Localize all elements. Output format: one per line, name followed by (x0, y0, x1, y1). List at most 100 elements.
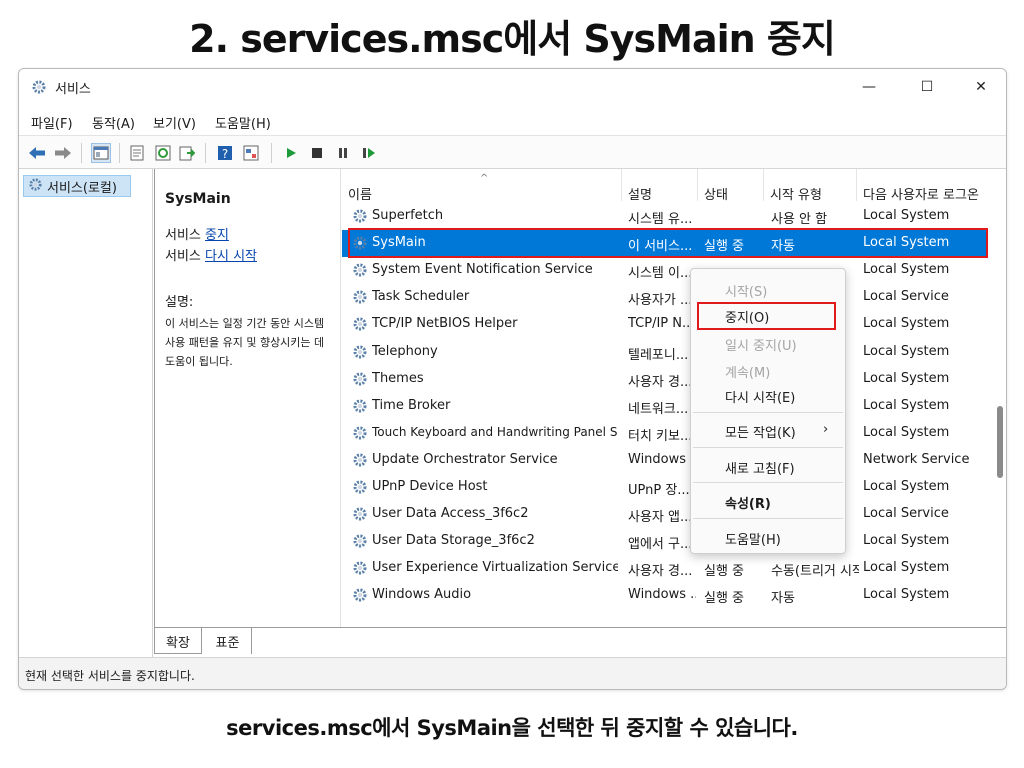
context-menu-item[interactable]: 계속(M) (725, 362, 770, 382)
action-restart-line: 서비스 다시 시작 (165, 248, 330, 265)
column-name[interactable]: 이름 ^ (342, 169, 622, 203)
cell-name: Time Broker (372, 397, 451, 413)
restart-link[interactable]: 다시 시작 (205, 249, 257, 264)
context-menu-item[interactable]: 다시 시작(E) (725, 387, 795, 407)
services-list: 이름 ^ 설명 상태 시작 유형 다음 사용자로 로그온 Superfetch 시… (342, 169, 1006, 627)
cell-name: User Data Access_3f6c2 (372, 506, 529, 522)
context-menu-item[interactable]: 시작(S) (725, 281, 767, 301)
column-logon[interactable]: 다음 사용자로 로그온 (857, 169, 993, 203)
stop-link[interactable]: 중지 (205, 228, 229, 243)
status-bar: 현재 선택한 서비스를 중지합니다. (19, 657, 1006, 689)
table-row[interactable]: TCP/IP NetBIOS Helper TCP/IP N... Local Sy… (342, 311, 987, 338)
properties-icon[interactable] (127, 143, 147, 163)
help-icon[interactable]: ? (215, 143, 235, 163)
cell-logon: Local System (863, 262, 950, 278)
console-tree-icon[interactable] (91, 143, 111, 163)
menu-view[interactable]: 보기(V) (153, 113, 196, 132)
cell-name: Themes (372, 370, 424, 386)
service-gear-icon (352, 452, 368, 468)
context-menu-item[interactable]: 도움말(H) (725, 529, 781, 549)
page-caption: services.msc에서 SysMain을 선택한 뒤 중지할 수 있습니다… (226, 716, 798, 740)
column-status[interactable]: 상태 (698, 169, 764, 203)
column-description[interactable]: 설명 (622, 169, 698, 203)
table-row[interactable]: Superfetch 시스템 유... 사용 안 함 Local System (342, 203, 987, 230)
description-panel: SysMain 서비스 중지 서비스 다시 시작 설명: 이 서비스는 일정 기… (155, 169, 341, 627)
cell-status: 실행 중 (704, 591, 745, 607)
cell-logon: Local System (863, 316, 950, 332)
column-startup-type[interactable]: 시작 유형 (764, 169, 857, 203)
cell-name: UPnP Device Host (372, 479, 488, 494)
cell-desc: Windows ... (628, 587, 696, 603)
context-menu-item[interactable]: 모든 작업(K) (725, 422, 796, 442)
service-gear-icon (352, 208, 368, 224)
context-menu-item[interactable]: 일시 중지(U) (725, 335, 797, 355)
stop-service-icon[interactable] (307, 143, 327, 163)
tab-standard[interactable]: 표준 (204, 628, 252, 654)
detail-pane: SysMain 서비스 중지 서비스 다시 시작 설명: 이 서비스는 일정 기… (154, 169, 1006, 627)
vertical-scrollbar[interactable] (993, 201, 1006, 625)
table-row[interactable]: System Event Notification Service 시스템 이..… (342, 257, 987, 284)
back-arrow-icon[interactable] (27, 143, 47, 163)
selected-service-name: SysMain (165, 191, 231, 207)
export-icon[interactable] (177, 143, 197, 163)
service-gear-icon (352, 587, 368, 603)
menu-help[interactable]: 도움말(H) (215, 113, 271, 132)
table-row[interactable]: User Experience Virtualization Service 사용… (342, 555, 987, 582)
cell-name: Touch Keyboard and Handwriting Panel Ser… (372, 424, 618, 439)
close-button[interactable]: ✕ (958, 69, 1004, 105)
cell-desc: 시스템 유... (628, 212, 693, 227)
table-row[interactable]: Time Broker 네트워크... Local System (342, 393, 987, 420)
menu-separator (693, 518, 843, 519)
start-service-icon[interactable] (281, 143, 301, 163)
scrollbar-thumb[interactable] (997, 406, 1003, 478)
cell-desc: 사용자 경... (628, 564, 693, 580)
sysmain-highlight (348, 228, 988, 259)
service-gear-icon (352, 262, 368, 278)
table-row[interactable]: Telephony 텔레포니... Local System (342, 339, 987, 366)
cell-desc: 터치 키보... (628, 428, 693, 444)
tab-extended[interactable]: 확장 (154, 628, 202, 654)
title-bar: 서비스 — ☐ ✕ (19, 69, 1006, 105)
cell-desc: Windows ... (628, 451, 696, 467)
maximize-button[interactable]: ☐ (904, 69, 950, 105)
column-name-label: 이름 (348, 188, 372, 203)
cell-name: TCP/IP NetBIOS Helper (372, 316, 518, 332)
restart-service-icon[interactable] (359, 143, 379, 163)
cell-startup: 사용 안 함 (771, 212, 828, 227)
table-row[interactable]: Task Scheduler 사용자가 ... Local Service (342, 284, 987, 311)
cell-name: User Experience Virtualization Service (372, 560, 618, 576)
action-stop-line: 서비스 중지 (165, 227, 330, 244)
minimize-button[interactable]: — (846, 69, 892, 105)
table-row[interactable]: Update Orchestrator Service Windows ... Ne… (342, 447, 987, 474)
cell-name: Task Scheduler (372, 289, 470, 305)
window-title: 서비스 (55, 82, 91, 97)
menu-file[interactable]: 파일(F) (31, 113, 73, 132)
sort-ascending-icon: ^ (480, 173, 489, 184)
cell-desc: 네트워크... (628, 401, 689, 417)
table-row[interactable]: Themes 사용자 경... Local System (342, 366, 987, 393)
cell-name: Superfetch (372, 208, 444, 223)
services-window: 서비스 — ☐ ✕ 파일(F) 동작(A) 보기(V) 도움말(H) ? 서비스… (18, 68, 1007, 690)
table-row[interactable]: User Data Storage_3f6c2 앱에서 구... Local Sys… (342, 528, 987, 555)
forward-arrow-icon[interactable] (53, 143, 73, 163)
view-icon[interactable] (241, 143, 261, 163)
menu-separator (693, 447, 843, 448)
table-row[interactable]: Touch Keyboard and Handwriting Panel Ser… (342, 420, 987, 447)
table-row[interactable]: User Data Access_3f6c2 사용자 앱... Local Serv… (342, 501, 987, 528)
cell-logon: Local System (863, 397, 950, 413)
pause-service-icon[interactable] (333, 143, 353, 163)
table-row[interactable]: UPnP Device Host UPnP 장... Local System (342, 474, 987, 501)
cell-name: Update Orchestrator Service (372, 451, 558, 467)
table-row[interactable]: Windows Audio Windows ... 실행 중 자동 Local Syst… (342, 582, 987, 609)
cell-desc: 앱에서 구... (628, 537, 693, 553)
cell-logon: Local Service (863, 506, 949, 522)
tree-item-services-local[interactable]: 서비스(로컬) (23, 175, 131, 197)
context-menu-item[interactable]: 속성(R) (725, 493, 771, 513)
action-prefix: 서비스 (165, 249, 206, 264)
cell-logon: Local System (863, 343, 950, 359)
context-menu-item[interactable]: 새로 고침(F) (725, 458, 795, 478)
refresh-icon[interactable] (153, 143, 173, 163)
menu-action[interactable]: 동작(A) (92, 113, 135, 132)
cell-desc: 시스템 이... (628, 266, 693, 282)
cell-status: 실행 중 (704, 564, 745, 580)
